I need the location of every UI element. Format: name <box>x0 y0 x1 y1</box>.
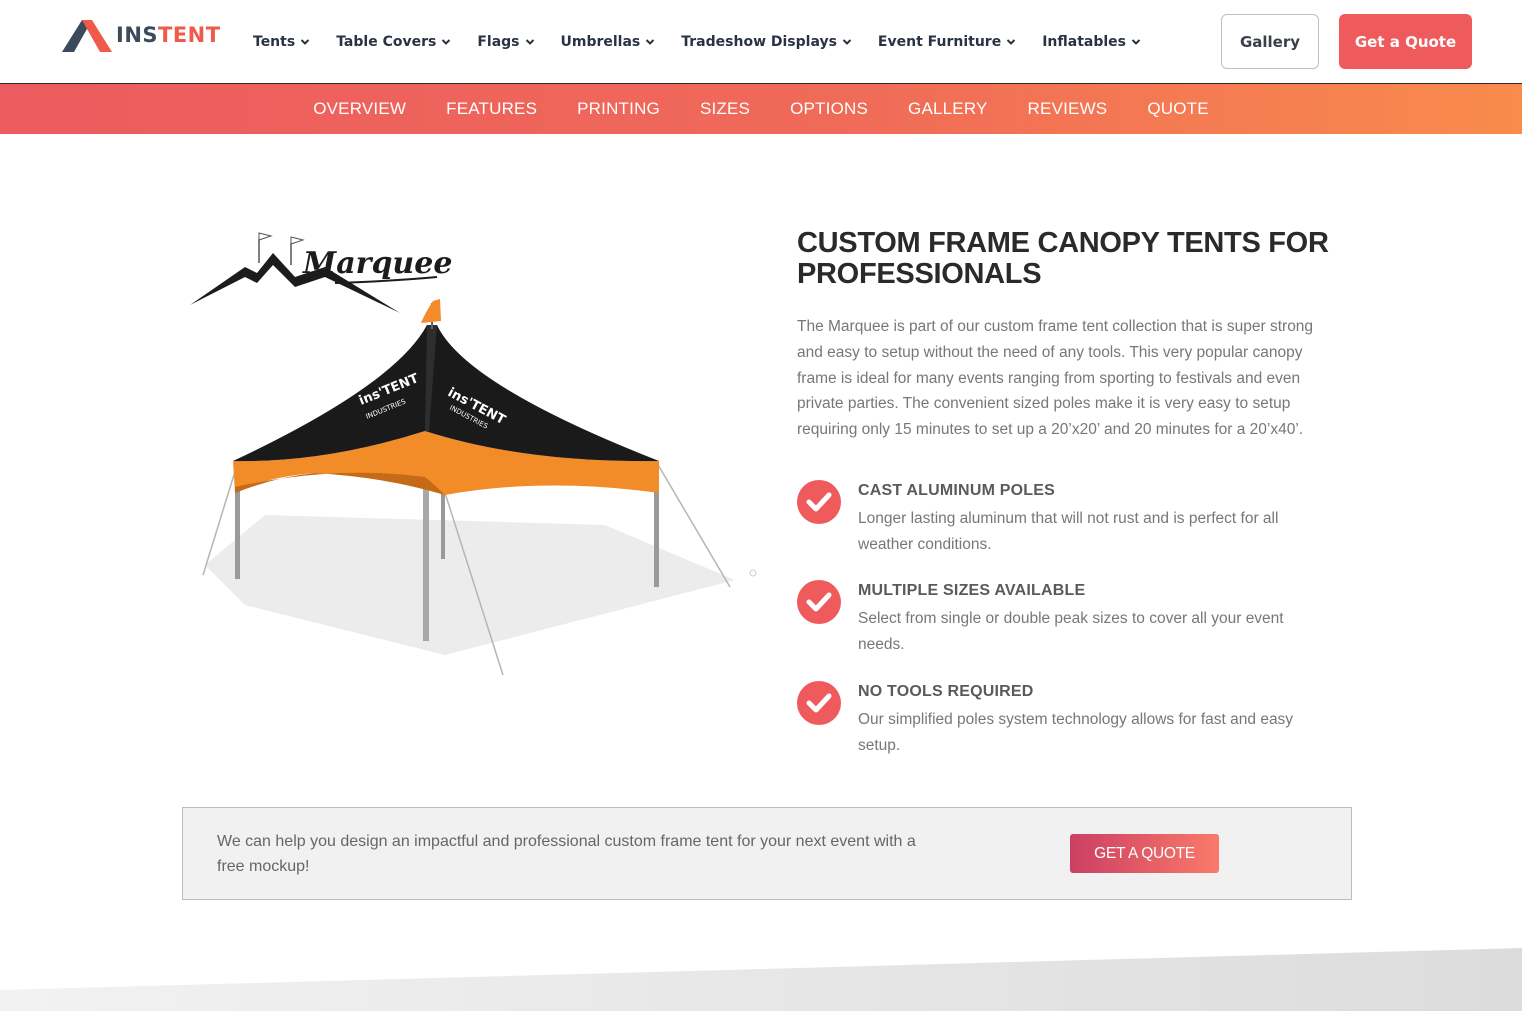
feature-description: Longer lasting aluminum that will not ru… <box>858 510 1279 553</box>
product-overview: CUSTOM FRAME CANOPY TENTS FOR PROFESSIONA… <box>797 228 1342 443</box>
nav-item-tents[interactable]: Tents <box>253 34 310 50</box>
chevron-down-icon <box>300 39 310 45</box>
nav-item-inflatables[interactable]: Inflatables <box>1042 34 1141 50</box>
nav-item-umbrellas[interactable]: Umbrellas <box>561 34 656 50</box>
section-nav-printing[interactable]: PRINTING <box>577 99 660 119</box>
product-image: Marquee ins'TENT INDUSTRIES ins'TENT IND… <box>185 225 765 685</box>
section-nav-quote[interactable]: QUOTE <box>1147 99 1208 119</box>
marquee-tent-illustration: Marquee ins'TENT INDUSTRIES ins'TENT IND… <box>190 232 757 676</box>
check-icon <box>797 681 841 725</box>
cta-box: We can help you design an impactful and … <box>182 807 1352 900</box>
section-nav-gallery[interactable]: GALLERY <box>908 99 988 119</box>
nav-item-event-furniture[interactable]: Event Furniture <box>878 34 1016 50</box>
logo-mark-icon <box>62 20 112 52</box>
section-nav-options[interactable]: OPTIONS <box>790 99 868 119</box>
section-divider <box>0 948 1522 1011</box>
chevron-down-icon <box>1006 39 1016 45</box>
feature-title: MULTIPLE SIZES AVAILABLE <box>858 582 1086 599</box>
section-nav-sizes[interactable]: SIZES <box>700 99 750 119</box>
section-nav-overview[interactable]: OVERVIEW <box>313 99 406 119</box>
check-icon <box>797 480 841 524</box>
check-icon <box>797 580 841 624</box>
chevron-down-icon <box>525 39 534 45</box>
feature-description: Our simplified poles system technology a… <box>858 711 1294 754</box>
site-logo[interactable]: INSTENT <box>62 17 221 53</box>
feature-description: Select from single or double peak sizes … <box>858 610 1284 653</box>
chevron-down-icon <box>842 39 852 45</box>
feature-title: NO TOOLS REQUIRED <box>858 683 1034 700</box>
nav-item-table-covers[interactable]: Table Covers <box>336 34 451 50</box>
section-nav: OVERVIEW FEATURES PRINTING SIZES OPTIONS… <box>0 84 1522 134</box>
get-a-quote-button[interactable]: Get a Quote <box>1339 14 1472 69</box>
section-nav-reviews[interactable]: REVIEWS <box>1028 99 1108 119</box>
nav-item-flags[interactable]: Flags <box>477 34 534 50</box>
marquee-logo: Marquee <box>190 232 452 313</box>
feature-title: CAST ALUMINUM POLES <box>858 482 1055 499</box>
page-title: CUSTOM FRAME CANOPY TENTS FOR PROFESSIONA… <box>797 227 1329 290</box>
gallery-button[interactable]: Gallery <box>1221 14 1319 69</box>
site-header: INSTENT Tents Table Covers Flags Umbrell… <box>0 0 1522 84</box>
main-nav: Tents Table Covers Flags Umbrellas Trade… <box>253 34 1167 50</box>
nav-item-tradeshow-displays[interactable]: Tradeshow Displays <box>681 34 852 50</box>
cta-text: We can help you design an impactful and … <box>217 833 916 875</box>
chevron-down-icon <box>1131 39 1141 45</box>
cta-get-a-quote-button[interactable]: GET A QUOTE <box>1070 834 1219 873</box>
marquee-logo-text: Marquee <box>302 246 452 281</box>
section-nav-features[interactable]: FEATURES <box>446 99 537 119</box>
intro-paragraph: The Marquee is part of our custom frame … <box>797 318 1314 439</box>
logo-text: INSTENT <box>116 23 221 47</box>
chevron-down-icon <box>646 39 655 45</box>
chevron-down-icon <box>442 39 451 45</box>
